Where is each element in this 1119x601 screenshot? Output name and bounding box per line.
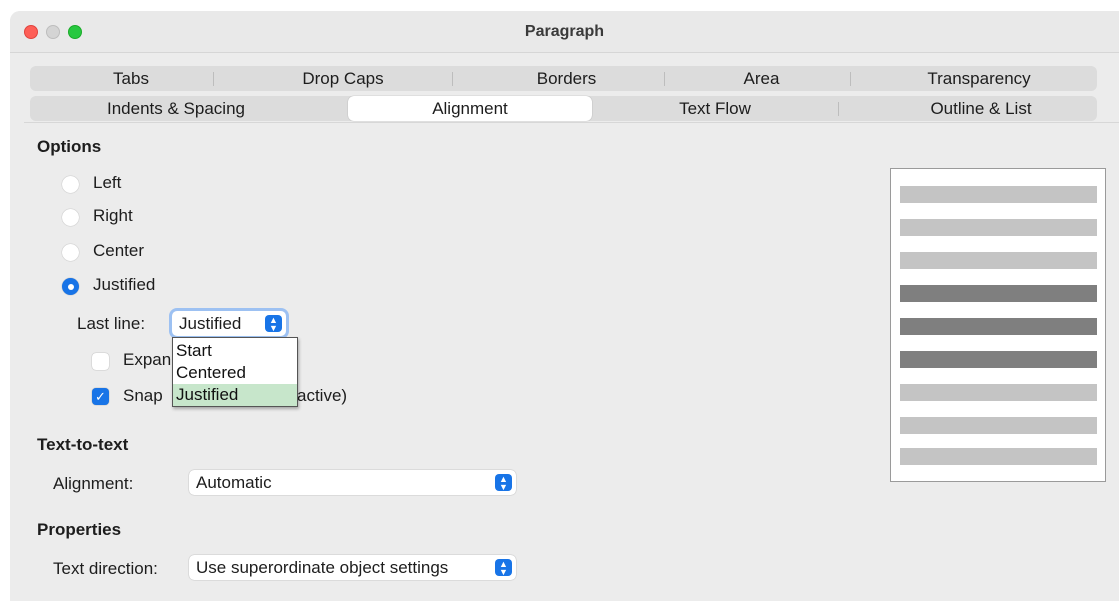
dropdown-option-centered[interactable]: Centered — [173, 362, 297, 384]
tab-separator — [452, 72, 453, 86]
text-direction-select[interactable]: Use superordinate object settings ▲ ▼ — [189, 555, 516, 580]
text-to-text-heading: Text-to-text — [37, 435, 129, 454]
window-title: Paragraph — [524, 23, 605, 40]
snap-to-grid-label: Snap — [123, 386, 163, 405]
preview-line — [900, 219, 1097, 236]
chevron-updown-icon: ▲ ▼ — [265, 315, 282, 333]
preview-line — [900, 417, 1097, 434]
expand-single-word-label: Expan — [123, 350, 172, 369]
preview-line — [900, 252, 1097, 269]
tab-outline-list[interactable]: Outline & List — [865, 96, 1097, 121]
last-line-dropdown-list: Start Centered Justified — [172, 337, 298, 407]
tab-drop-caps[interactable]: Drop Caps — [232, 66, 454, 91]
tab-borders[interactable]: Borders — [454, 66, 679, 91]
radio-justified-label: Justified — [93, 275, 156, 294]
tab-separator — [850, 72, 851, 86]
tab-transparency[interactable]: Transparency — [861, 66, 1097, 91]
last-line-select[interactable]: Justified ▲ ▼ — [172, 311, 286, 336]
properties-heading: Properties — [37, 520, 122, 539]
preview-line-current — [900, 285, 1097, 302]
tab-alignment[interactable]: Alignment — [348, 96, 592, 121]
radio-right-label: Right — [93, 206, 133, 225]
radio-right[interactable] — [62, 209, 79, 226]
preview-line — [900, 448, 1097, 465]
tab-separator — [838, 102, 839, 116]
dropdown-option-start[interactable]: Start — [173, 340, 297, 362]
radio-left[interactable] — [62, 176, 79, 193]
preview-line-current — [900, 318, 1097, 335]
tab-indents-spacing[interactable]: Indents & Spacing — [30, 96, 322, 121]
text-to-text-alignment-value: Automatic — [196, 473, 272, 492]
last-line-label: Last line: — [77, 314, 146, 333]
chevron-updown-icon: ▲ ▼ — [495, 474, 512, 492]
tab-text-flow[interactable]: Text Flow — [595, 96, 835, 121]
snap-to-grid-checkbox[interactable]: ✓ — [92, 388, 109, 405]
tab-row-top: Tabs Drop Caps Borders Area Transparency — [30, 66, 1097, 91]
tab-tabs[interactable]: Tabs — [30, 66, 232, 91]
title-bar: Paragraph — [10, 11, 1119, 53]
radio-left-label: Left — [93, 173, 122, 192]
tab-separator — [664, 72, 665, 86]
preview-line — [900, 186, 1097, 203]
radio-center[interactable] — [62, 244, 79, 261]
options-heading: Options — [37, 137, 102, 156]
dropdown-option-justified[interactable]: Justified — [173, 384, 297, 406]
text-to-text-alignment-label: Alignment: — [53, 474, 134, 493]
snap-to-grid-label-tail: active) — [297, 386, 348, 405]
alignment-preview — [890, 168, 1106, 482]
tab-separator — [213, 72, 214, 86]
preview-line-current — [900, 351, 1097, 368]
text-direction-value: Use superordinate object settings — [196, 558, 449, 577]
radio-center-label: Center — [93, 241, 145, 260]
text-to-text-alignment-select[interactable]: Automatic ▲ ▼ — [189, 470, 516, 495]
expand-single-word-checkbox[interactable] — [92, 353, 109, 370]
tab-row-bottom: Indents & Spacing Alignment Text Flow Ou… — [30, 96, 1097, 121]
last-line-value: Justified — [179, 314, 242, 333]
chevron-updown-icon: ▲ ▼ — [495, 559, 512, 577]
radio-justified[interactable] — [62, 278, 79, 295]
text-direction-label: Text direction: — [53, 559, 158, 578]
tab-area[interactable]: Area — [679, 66, 844, 91]
preview-line — [900, 384, 1097, 401]
